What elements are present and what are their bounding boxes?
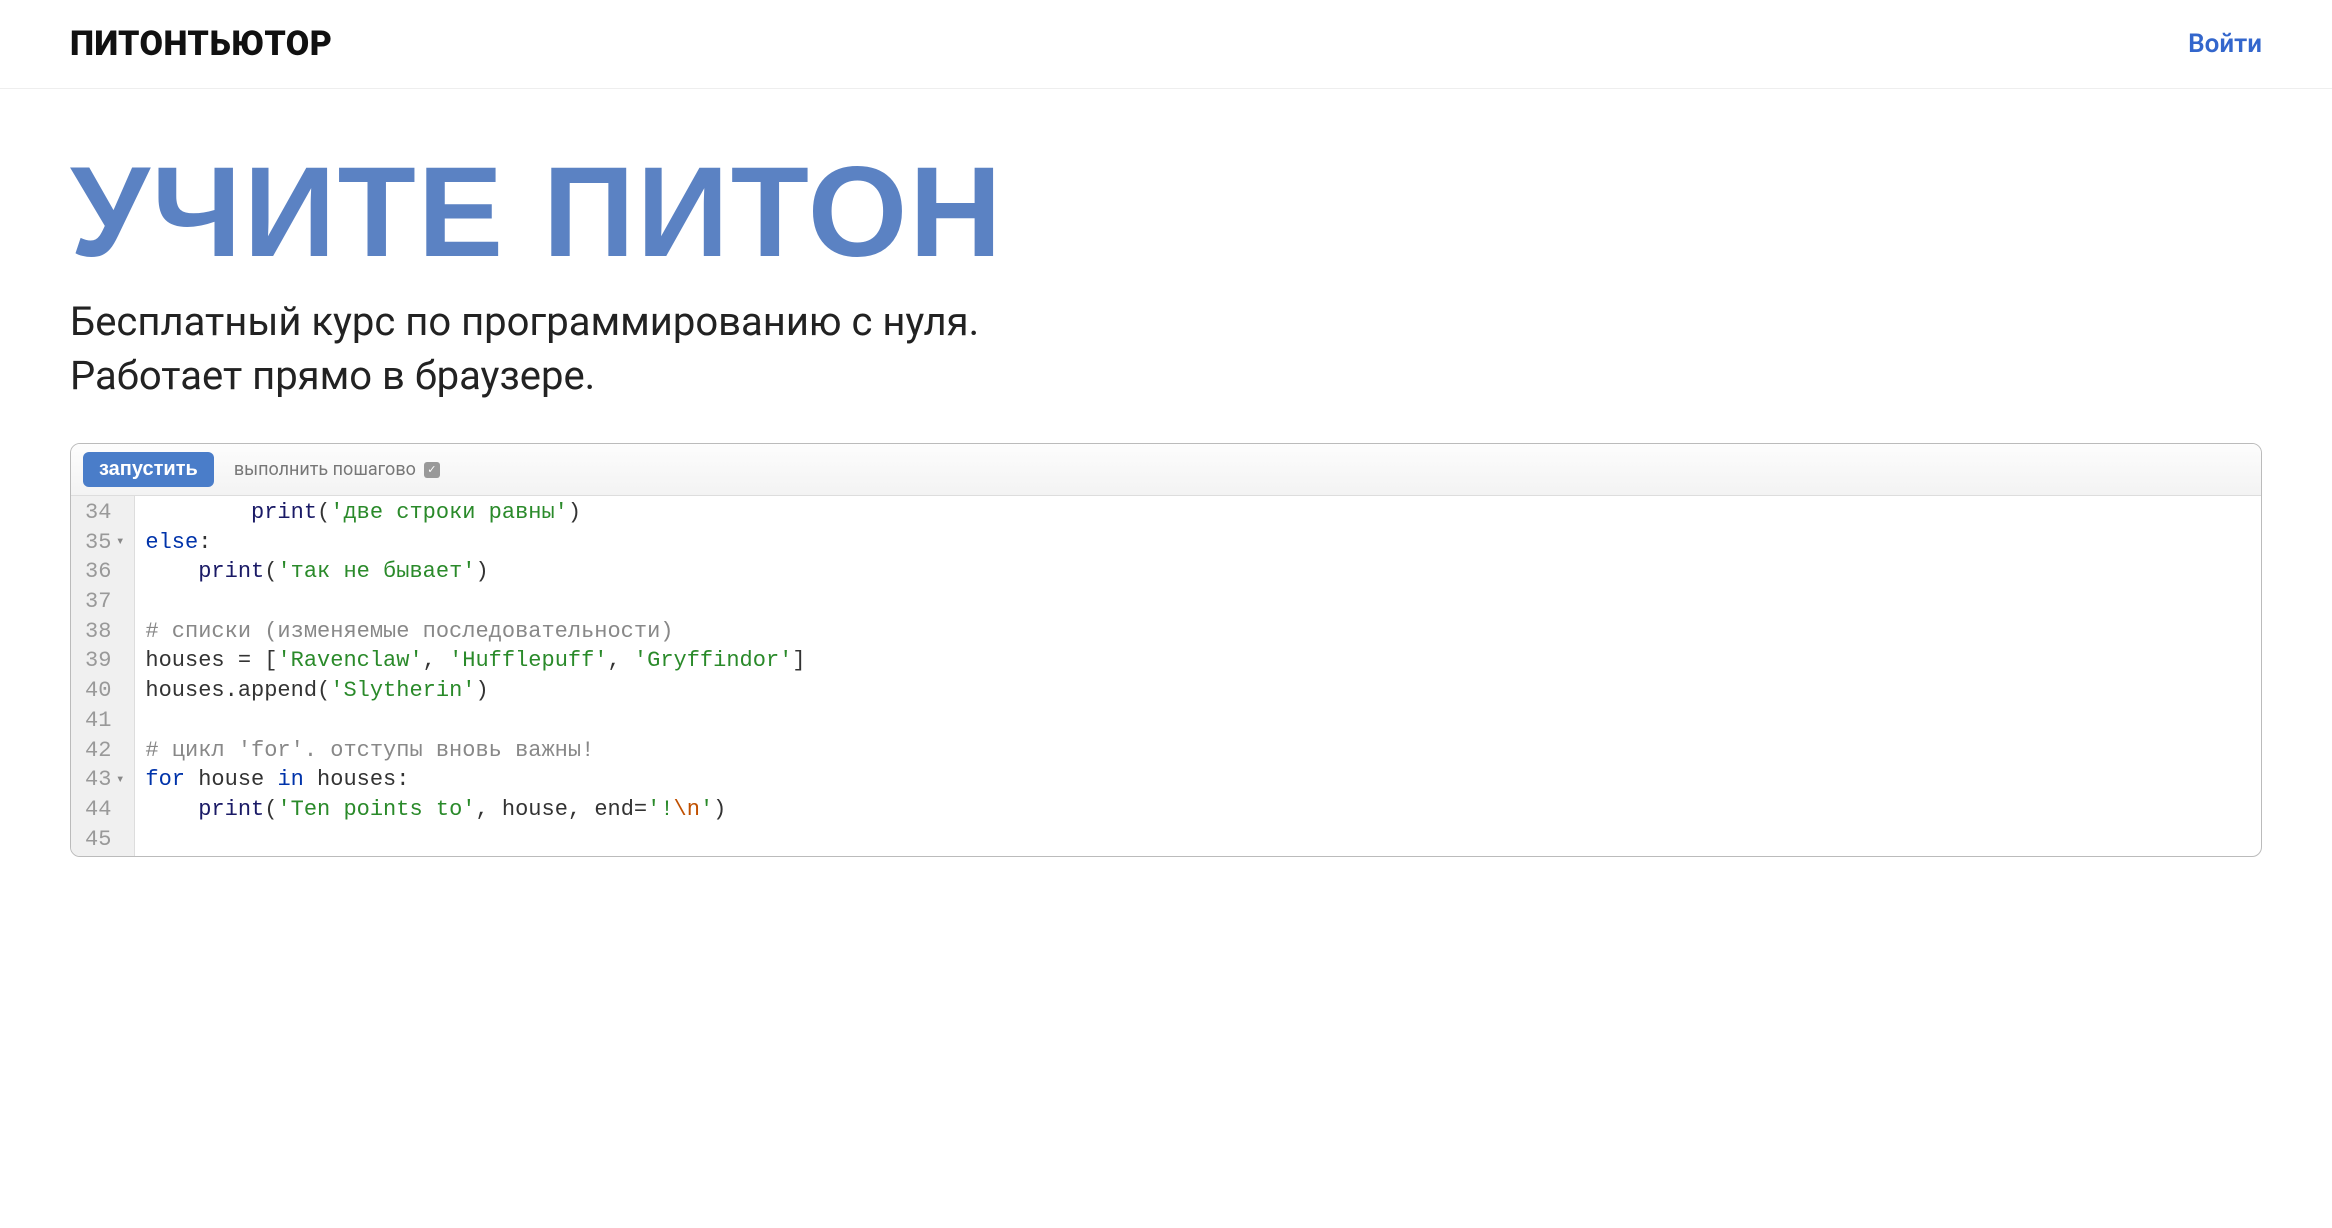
hero-subtitle-line2: Работает прямо в браузере. [70,352,595,399]
line-number: 39 [85,646,111,676]
code-line[interactable]: houses.append('Slytherin') [145,676,2251,706]
code-line[interactable]: print('Ten points to', house, end='!\n') [145,795,2251,825]
code-line[interactable]: # цикл 'for'. отступы вновь важны! [145,736,2251,766]
code-content[interactable]: print('две строки равны')else: print('та… [135,496,2261,856]
line-number: 41 [85,706,111,736]
hero-subtitle-line1: Бесплатный курс по программированию с ну… [70,298,979,345]
main-content: УЧИТЕ ПИТОН Бесплатный курс по программи… [0,89,2332,857]
gutter-line: 43▾ [85,765,124,795]
site-logo[interactable]: ПИТОНТЬЮТОР [70,24,332,64]
gutter-line: 39 [85,646,124,676]
step-run-label: выполнить пошагово [234,459,416,480]
gutter-line: 44 [85,795,124,825]
line-number: 42 [85,736,111,766]
code-line[interactable]: print('две строки равны') [145,498,2251,528]
code-line[interactable] [145,825,2251,855]
fold-marker-icon[interactable]: ▾ [114,771,124,790]
code-editor: запустить выполнить пошагово ✓ 3435▾3637… [70,443,2262,857]
gutter-line: 37 [85,587,124,617]
line-number: 40 [85,676,111,706]
site-header: ПИТОНТЬЮТОР Войти [0,0,2332,89]
line-gutter: 3435▾3637383940414243▾4445 [71,496,135,856]
step-run-control[interactable]: выполнить пошагово ✓ [234,459,440,480]
line-number: 38 [85,617,111,647]
gutter-line: 41 [85,706,124,736]
gutter-line: 38 [85,617,124,647]
code-line[interactable] [145,706,2251,736]
code-line[interactable] [145,587,2251,617]
line-number: 44 [85,795,111,825]
line-number: 45 [85,825,111,855]
code-line[interactable]: for house in houses: [145,765,2251,795]
hero-title: УЧИТЕ ПИТОН [70,149,2262,277]
line-number: 35 [85,528,111,558]
editor-toolbar: запустить выполнить пошагово ✓ [71,444,2261,496]
fold-marker-icon[interactable]: ▾ [114,533,124,552]
code-area[interactable]: 3435▾3637383940414243▾4445 print('две ст… [71,496,2261,856]
line-number: 34 [85,498,111,528]
step-run-checkbox-icon[interactable]: ✓ [424,462,440,478]
hero-subtitle: Бесплатный курс по программированию с ну… [70,295,2262,403]
gutter-line: 42 [85,736,124,766]
gutter-line: 35▾ [85,528,124,558]
code-line[interactable]: # списки (изменяемые последовательности) [145,617,2251,647]
line-number: 37 [85,587,111,617]
gutter-line: 40 [85,676,124,706]
gutter-line: 36 [85,557,124,587]
code-line[interactable]: print('так не бывает') [145,557,2251,587]
line-number: 36 [85,557,111,587]
code-line[interactable]: houses = ['Ravenclaw', 'Hufflepuff', 'Gr… [145,646,2251,676]
gutter-line: 45 [85,825,124,855]
code-line[interactable]: else: [145,528,2251,558]
gutter-line: 34 [85,498,124,528]
line-number: 43 [85,765,111,795]
run-button[interactable]: запустить [83,452,214,487]
login-link[interactable]: Войти [2188,29,2262,59]
